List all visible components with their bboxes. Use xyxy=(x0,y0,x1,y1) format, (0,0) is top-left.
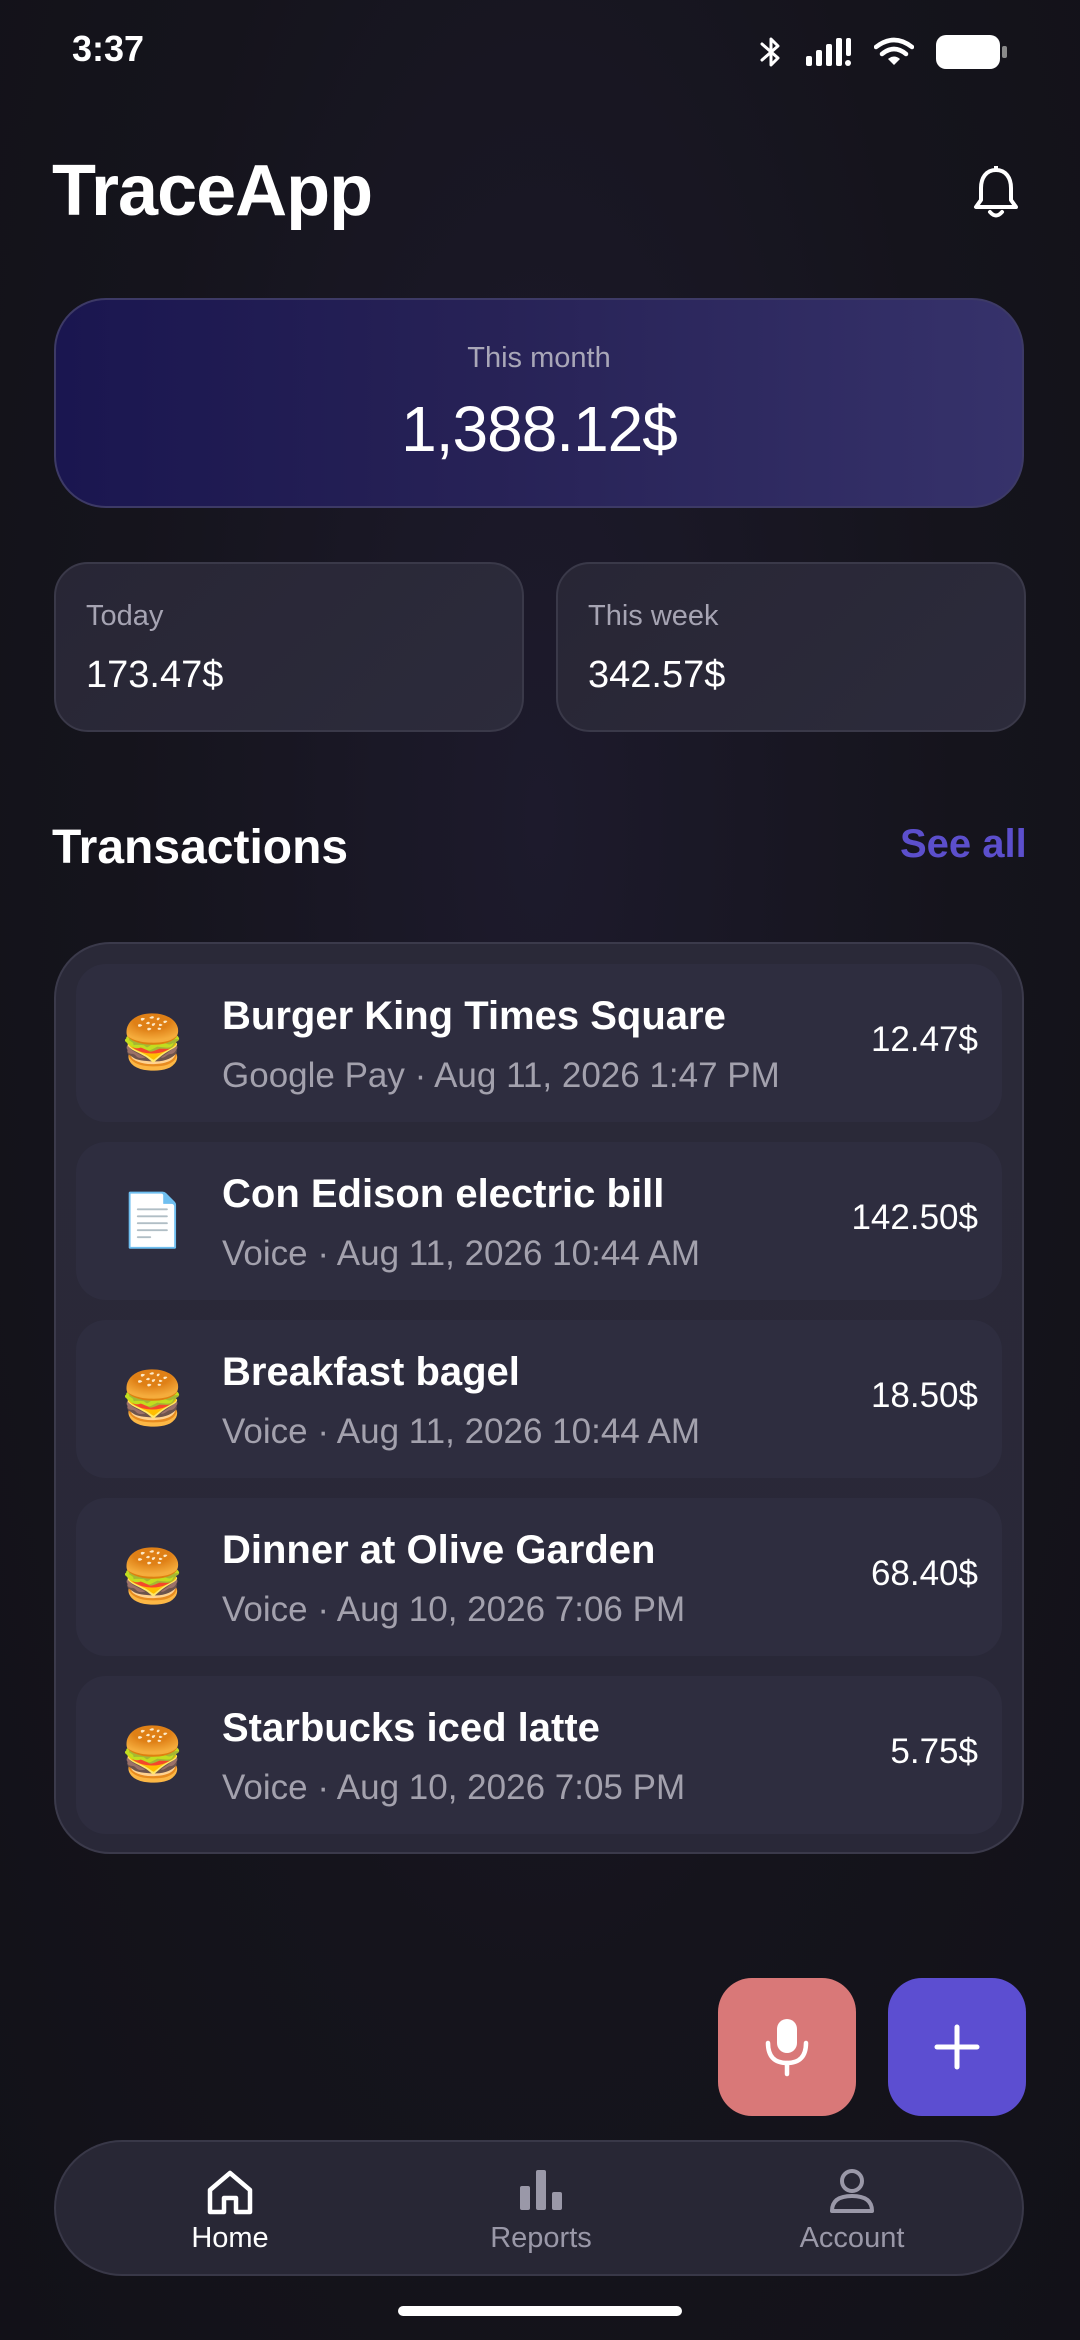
transaction-row[interactable]: 🍔 Dinner at Olive Garden Voice · Aug 10,… xyxy=(76,1498,1002,1656)
battery-icon xyxy=(936,35,1007,69)
transaction-meta: Voice · Aug 11, 2026 10:44 AM xyxy=(222,1234,701,1273)
transaction-row[interactable]: 🍔 Starbucks iced latte Voice · Aug 10, 2… xyxy=(76,1676,1002,1834)
transaction-title: Burger King Times Square xyxy=(222,994,726,1038)
nav-reports-label: Reports xyxy=(490,2222,592,2254)
food-icon: 🍔 xyxy=(120,1013,185,1073)
transaction-amount: 142.50$ xyxy=(851,1198,978,1237)
nav-account[interactable]: Account xyxy=(752,2142,952,2278)
bluetooth-icon xyxy=(760,37,780,67)
app-title: TraceApp xyxy=(52,151,373,231)
transaction-title: Con Edison electric bill xyxy=(222,1172,665,1216)
transaction-meta: Google Pay · Aug 11, 2026 1:47 PM xyxy=(222,1056,780,1095)
transaction-title: Breakfast bagel xyxy=(222,1350,520,1394)
week-total: 342.57$ xyxy=(588,654,726,696)
microphone-icon xyxy=(765,2019,809,2077)
food-icon: 🍔 xyxy=(120,1369,185,1429)
transaction-row[interactable]: 🍔 Burger King Times Square Google Pay · … xyxy=(76,964,1002,1122)
plus-icon xyxy=(934,2024,980,2070)
nav-reports[interactable]: Reports xyxy=(441,2142,641,2278)
person-icon xyxy=(830,2169,874,2213)
transaction-amount: 12.47$ xyxy=(870,1020,978,1059)
week-label: This week xyxy=(588,600,719,632)
today-card: Today 173.47$ xyxy=(54,562,524,732)
add-transaction-button[interactable] xyxy=(888,1978,1026,2116)
status-icons xyxy=(758,34,1008,70)
week-card: This week 342.57$ xyxy=(556,562,1026,732)
bar-chart-icon xyxy=(520,2170,562,2210)
month-label: This month xyxy=(467,342,611,374)
transaction-amount: 18.50$ xyxy=(870,1376,978,1415)
home-indicator[interactable] xyxy=(398,2306,682,2316)
transactions-list: 🍔 Burger King Times Square Google Pay · … xyxy=(54,942,1024,1854)
month-total: 1,388.12$ xyxy=(401,393,678,465)
voice-input-button[interactable] xyxy=(718,1978,856,2116)
today-label: Today xyxy=(86,600,164,632)
transaction-title: Dinner at Olive Garden xyxy=(222,1528,656,1572)
transactions-heading: Transactions xyxy=(52,821,349,874)
transaction-meta: Voice · Aug 10, 2026 7:06 PM xyxy=(222,1590,686,1629)
food-icon: 🍔 xyxy=(120,1547,185,1607)
food-icon: 🍔 xyxy=(120,1725,185,1785)
see-all-link[interactable]: See all xyxy=(900,822,1027,867)
transaction-meta: Voice · Aug 11, 2026 10:44 AM xyxy=(222,1412,701,1451)
transaction-amount: 68.40$ xyxy=(870,1554,978,1593)
nav-home[interactable]: Home xyxy=(130,2142,330,2278)
bell-icon[interactable] xyxy=(972,166,1020,220)
transaction-row[interactable]: 📄 Con Edison electric bill Voice · Aug 1… xyxy=(76,1142,1002,1300)
transaction-amount: 5.75$ xyxy=(890,1732,978,1771)
nav-account-label: Account xyxy=(799,2222,905,2254)
signal-icon xyxy=(806,38,851,66)
transaction-row[interactable]: 🍔 Breakfast bagel Voice · Aug 11, 2026 1… xyxy=(76,1320,1002,1478)
month-summary-card: This month 1,388.12$ xyxy=(54,298,1024,508)
transaction-title: Starbucks iced latte xyxy=(222,1706,600,1750)
document-icon: 📄 xyxy=(120,1191,185,1251)
today-total: 173.47$ xyxy=(86,654,224,696)
nav-home-label: Home xyxy=(191,2222,269,2254)
status-time: 3:37 xyxy=(72,28,145,69)
bottom-nav: Home Reports Account xyxy=(54,2140,1024,2276)
home-icon xyxy=(207,2170,253,2215)
wifi-icon xyxy=(874,37,914,65)
transaction-meta: Voice · Aug 10, 2026 7:05 PM xyxy=(222,1768,686,1807)
